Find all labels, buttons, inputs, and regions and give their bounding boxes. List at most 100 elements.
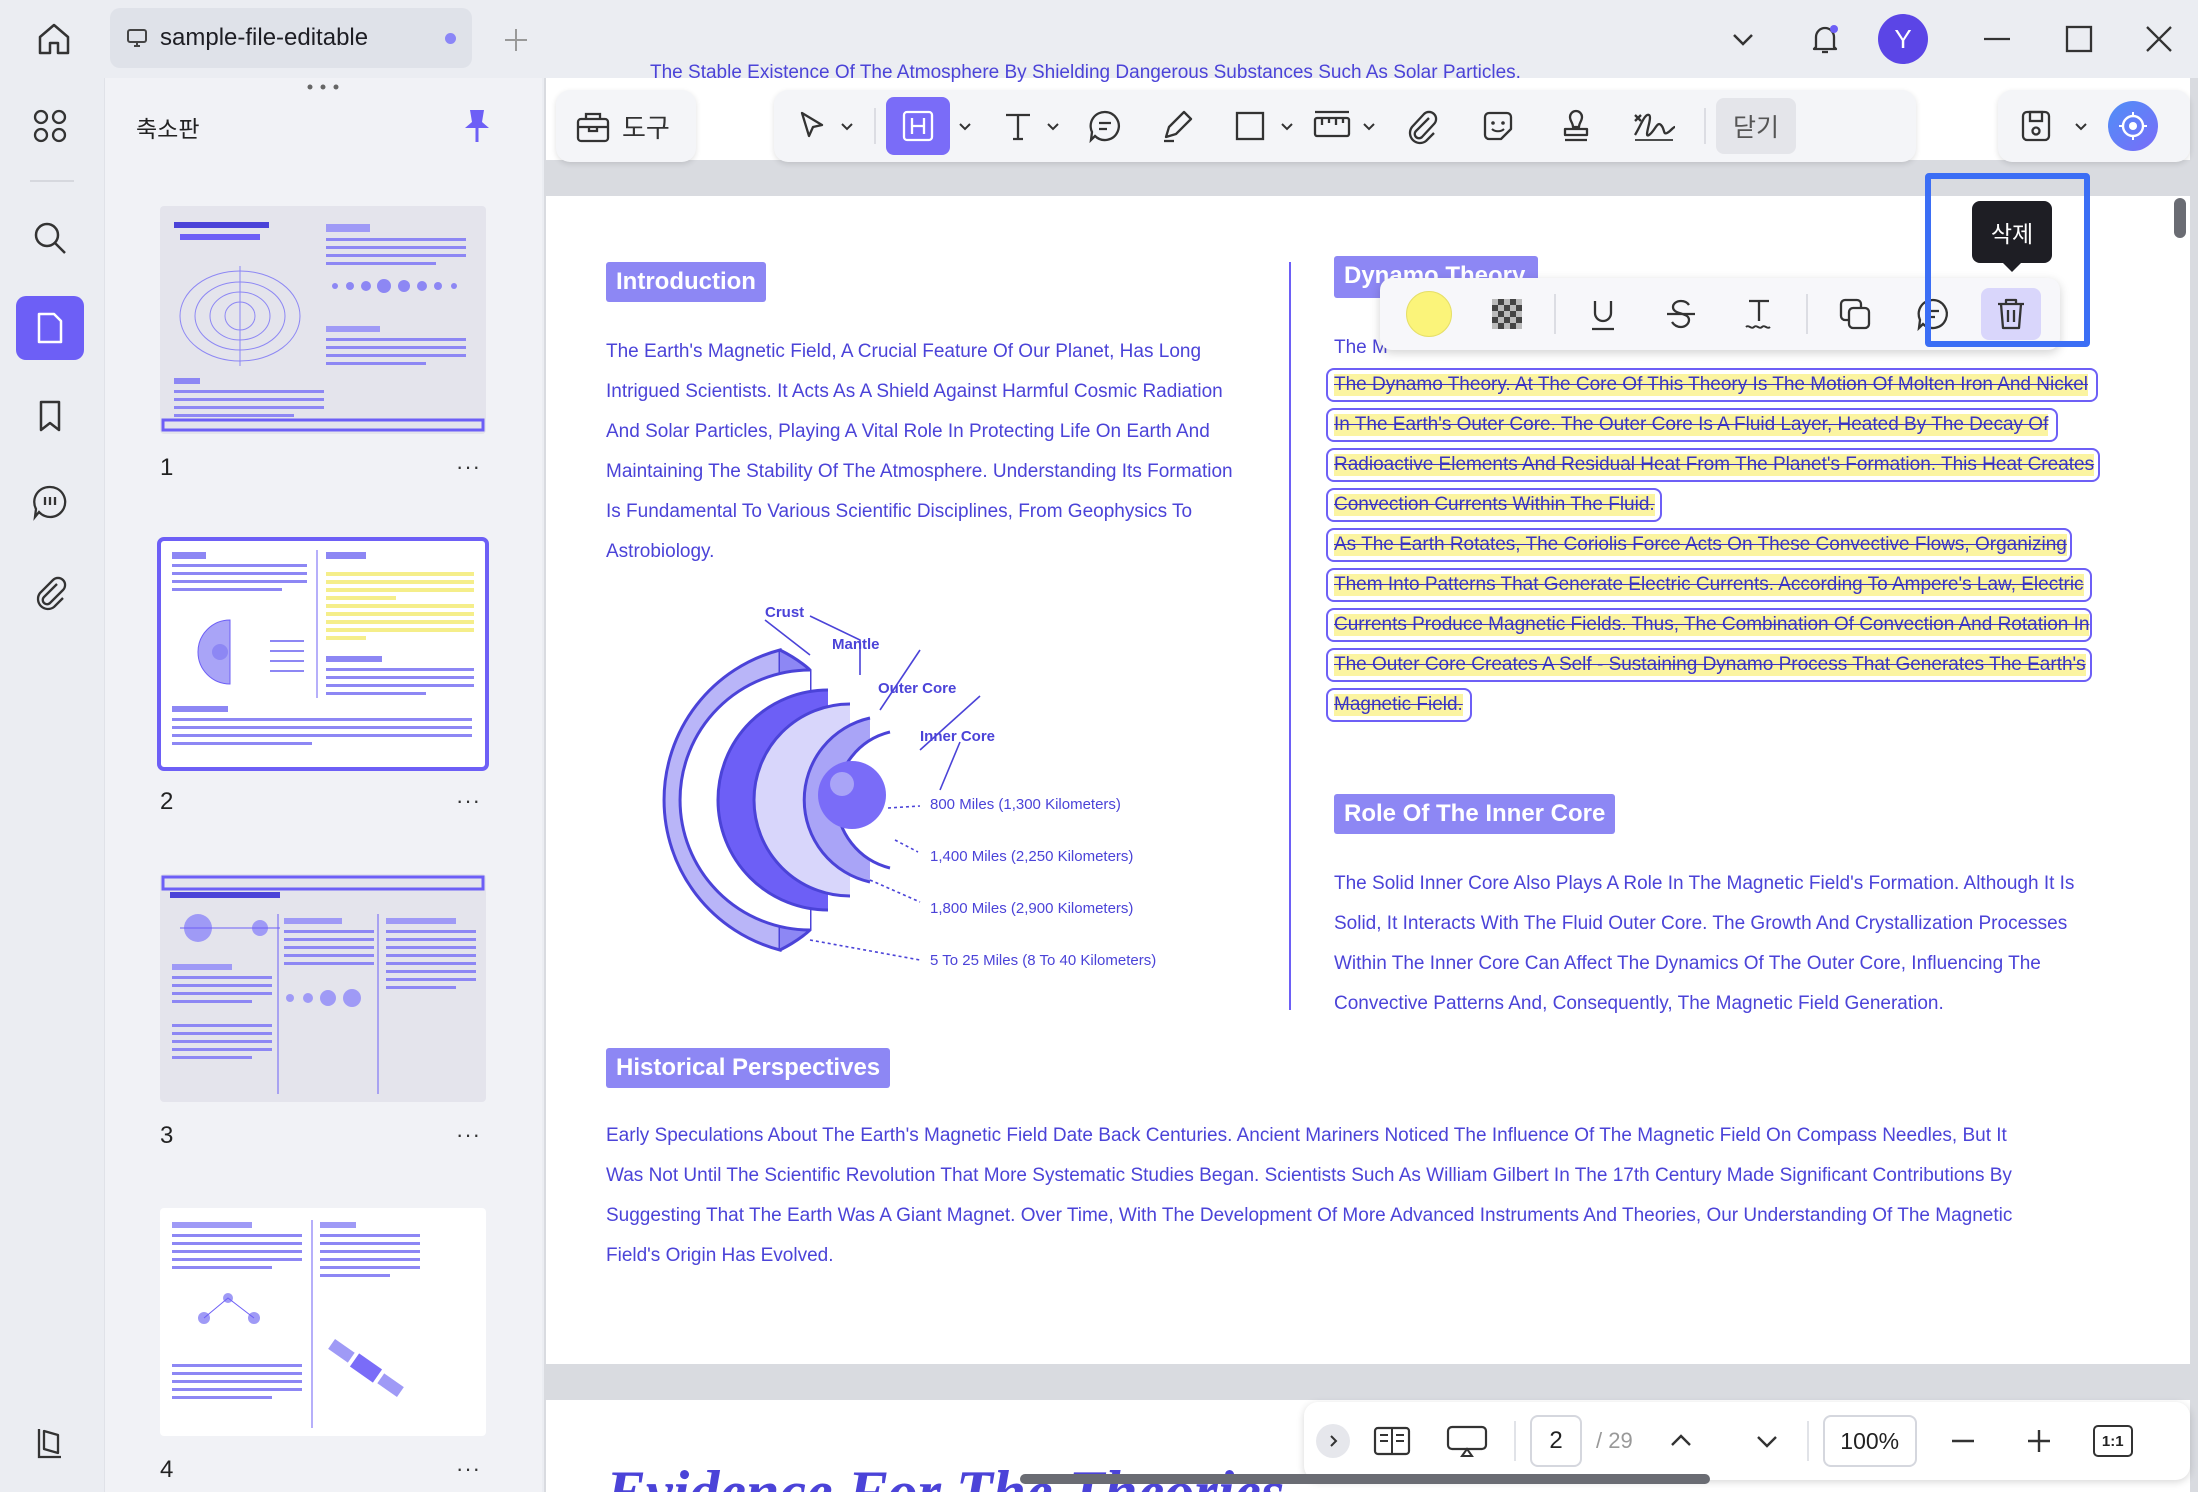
- tools-button[interactable]: 도구: [556, 90, 696, 162]
- shape-tool-dropdown[interactable]: [1278, 118, 1296, 134]
- highlight-tool-dropdown[interactable]: [956, 118, 974, 134]
- color-picker-button[interactable]: [1390, 284, 1468, 344]
- text-line: Field's Origin Has Evolved.: [606, 1245, 834, 1266]
- horizontal-scrollbar[interactable]: [1020, 1474, 1710, 1484]
- bar-separator: [1806, 1421, 1809, 1461]
- previous-page-button[interactable]: [1655, 1412, 1707, 1470]
- shape-tool-button[interactable]: [1222, 97, 1278, 155]
- page-number-input[interactable]: 2: [1530, 1415, 1582, 1467]
- highlight-annotation[interactable]: The Dynamo Theory. At The Core Of This T…: [1326, 368, 2098, 402]
- maximize-button[interactable]: [2054, 14, 2104, 64]
- historical-paragraph: Early Speculations About The Earth's Mag…: [606, 1116, 2146, 1276]
- save-dropdown[interactable]: [2072, 118, 2090, 134]
- comment-tool-button[interactable]: [1070, 97, 1140, 155]
- highlight-annotation[interactable]: Radioactive Elements And Residual Heat F…: [1326, 448, 2100, 482]
- toolbar-divider: [1704, 108, 1706, 144]
- text-tool-dropdown[interactable]: [1044, 118, 1062, 134]
- search-button[interactable]: [16, 206, 84, 270]
- zoom-level-input[interactable]: 100%: [1822, 1415, 1917, 1467]
- bookmarks-button[interactable]: [16, 384, 84, 448]
- attach-tool-button[interactable]: [1386, 97, 1458, 155]
- page-more-button[interactable]: ···: [456, 1456, 481, 1482]
- home-button[interactable]: [22, 14, 86, 64]
- collapse-bar-button[interactable]: [1316, 1424, 1350, 1458]
- next-page-button[interactable]: [1741, 1412, 1793, 1470]
- minimize-icon: [1984, 37, 2010, 41]
- actual-size-button[interactable]: 1:1: [2092, 1425, 2133, 1457]
- highlight-annotation[interactable]: As The Earth Rotates, The Coriolis Force…: [1326, 528, 2072, 562]
- vertical-scrollbar[interactable]: [2174, 198, 2186, 238]
- pen-tool-button[interactable]: [1140, 97, 1214, 155]
- highlight-annotation[interactable]: Them Into Patterns That Generate Electri…: [1326, 568, 2092, 602]
- opacity-button[interactable]: [1468, 284, 1546, 344]
- chevron-down-icon: [1733, 34, 1753, 46]
- highlight-annotation[interactable]: Convection Currents Within The Fluid.: [1326, 488, 1662, 522]
- highlight-annotation[interactable]: The Outer Core Creates A Self - Sustaini…: [1326, 648, 2092, 682]
- section-heading: Role Of The Inner Core: [1334, 794, 1616, 834]
- sticker-tool-button[interactable]: [1458, 97, 1538, 155]
- page-more-button[interactable]: ···: [456, 788, 481, 814]
- layers-button[interactable]: [16, 1410, 84, 1474]
- document-tab[interactable]: sample-file-editable: [110, 8, 472, 68]
- rail-divider: [30, 180, 74, 182]
- panel-drag-handle[interactable]: [306, 84, 340, 90]
- stamp-tool-button[interactable]: [1538, 97, 1614, 155]
- ai-assistant-button[interactable]: [2108, 101, 2158, 151]
- new-tab-button[interactable]: [496, 20, 536, 60]
- page-more-button[interactable]: ···: [456, 1122, 481, 1148]
- chevron-down-icon: [1756, 1436, 1777, 1448]
- highlight-tool-button[interactable]: [886, 97, 950, 155]
- text-line: The Earth's Magnetic Field, A Crucial Fe…: [606, 341, 1202, 362]
- thumbnail-image: [161, 875, 485, 1094]
- text-tool-button[interactable]: [992, 97, 1044, 155]
- notifications-button[interactable]: [1800, 14, 1850, 64]
- zoom-in-button[interactable]: [2013, 1412, 2065, 1470]
- signature-tool-button[interactable]: [1614, 97, 1694, 155]
- presentation-icon: [1446, 1425, 1488, 1457]
- page-thumbnail-4[interactable]: [160, 1208, 486, 1436]
- close-tool-button[interactable]: 닫기: [1716, 98, 1796, 154]
- page-thumbnail-3[interactable]: [160, 874, 486, 1102]
- select-tool-button[interactable]: [786, 97, 838, 155]
- avatar[interactable]: Y: [1878, 14, 1928, 64]
- highlight-annotation[interactable]: Magnetic Field.: [1326, 688, 1472, 722]
- chevron-down-icon: [1363, 123, 1375, 131]
- page-thumbnail-2[interactable]: [157, 537, 489, 771]
- section-heading: Historical Perspectives: [606, 1048, 891, 1088]
- chevron-down-icon: [2075, 123, 2087, 131]
- intro-paragraph: The Earth's Magnetic Field, A Crucial Fe…: [606, 332, 1266, 572]
- page-more-button[interactable]: ···: [456, 454, 481, 480]
- page-thumbnail-1[interactable]: [160, 206, 486, 434]
- save-button[interactable]: [2010, 97, 2062, 155]
- pin-button[interactable]: [460, 106, 494, 146]
- text-line: Solid, It Interacts With The Fluid Outer…: [1334, 913, 2068, 934]
- apps-button[interactable]: [16, 94, 84, 158]
- select-tool-dropdown[interactable]: [838, 118, 856, 134]
- strikethrough-button[interactable]: [1642, 284, 1720, 344]
- squiggly-button[interactable]: [1720, 284, 1798, 344]
- thumbnail-image: [161, 222, 485, 432]
- zoom-out-button[interactable]: [1937, 1412, 1989, 1470]
- underline-button[interactable]: [1564, 284, 1642, 344]
- search-icon: [34, 222, 66, 254]
- copy-button[interactable]: [1816, 284, 1894, 344]
- underline-icon: [1592, 301, 1614, 331]
- highlight-annotation[interactable]: Currents Produce Magnetic Fields. Thus, …: [1326, 608, 2092, 642]
- comments-button[interactable]: [16, 470, 84, 534]
- presentation-button[interactable]: [1434, 1412, 1500, 1470]
- measure-tool-button[interactable]: [1304, 97, 1360, 155]
- close-window-button[interactable]: [2134, 14, 2184, 64]
- layer-label: Mantle: [832, 636, 880, 653]
- earth-cross-section-illustration: [662, 615, 981, 961]
- text-line: Maintaining The Stability Of The Atmosph…: [606, 461, 1233, 482]
- measure-tool-dropdown[interactable]: [1360, 118, 1378, 134]
- highlight-annotation[interactable]: In The Earth's Outer Core. The Outer Cor…: [1326, 408, 2058, 442]
- attachments-button[interactable]: [16, 560, 84, 624]
- minimize-button[interactable]: [1972, 14, 2022, 64]
- thumbnails-button[interactable]: [16, 296, 84, 360]
- total-pages: / 29: [1596, 1428, 1633, 1453]
- panel-title: 축소판: [136, 116, 200, 142]
- dropdown-button[interactable]: [1718, 14, 1768, 64]
- ruler-icon: [1313, 110, 1351, 138]
- page-layout-button[interactable]: [1364, 1412, 1420, 1470]
